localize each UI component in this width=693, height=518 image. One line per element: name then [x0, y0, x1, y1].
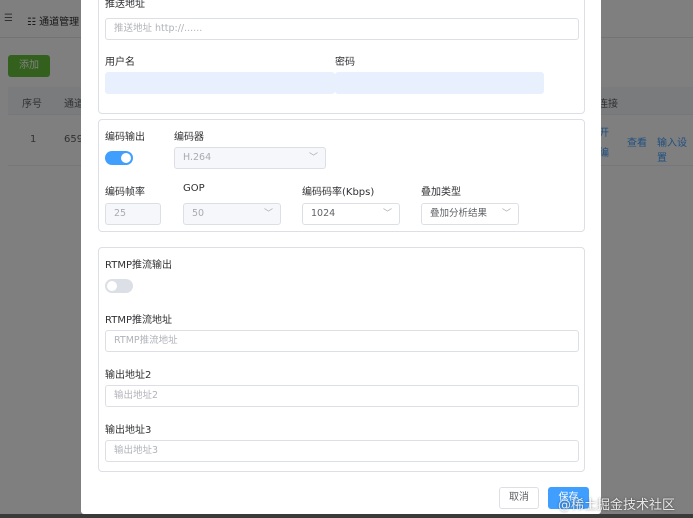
- framerate-input[interactable]: 25: [105, 203, 161, 225]
- cancel-button[interactable]: 取消: [499, 487, 539, 509]
- encoder-value: H.264: [183, 152, 212, 163]
- toggle-knob: [107, 281, 117, 291]
- rtmp-url-input[interactable]: RTMP推流地址: [105, 330, 579, 352]
- push-url-label: 推送地址: [105, 0, 145, 10]
- bitrate-label: 编码码率(Kbps): [302, 187, 375, 198]
- chevron-down-icon: ﹀: [263, 209, 273, 219]
- bottom-bar: [0, 514, 693, 518]
- encode-output-label: 编码输出: [105, 132, 145, 143]
- output-url-2-input[interactable]: 输出地址2: [105, 385, 579, 407]
- gop-value: 50: [192, 208, 205, 219]
- overlay-type-label: 叠加类型: [421, 187, 461, 198]
- channel-settings-dialog: 推送地址 推送地址 http://...... 用户名 密码 编码输出 编码器 …: [81, 0, 601, 514]
- encoder-select[interactable]: H.264 ﹀: [174, 147, 326, 169]
- framerate-label: 编码帧率: [105, 187, 145, 198]
- password-input[interactable]: [335, 72, 544, 94]
- rtmp-output-label: RTMP推流输出: [105, 260, 172, 271]
- watermark-text: @稀土掘金技术社区: [558, 498, 676, 513]
- chevron-down-icon: ﹀: [382, 209, 392, 219]
- push-url-input[interactable]: 推送地址 http://......: [105, 18, 579, 40]
- bitrate-value: 1024: [311, 208, 336, 219]
- gop-select[interactable]: 50 ﹀: [183, 203, 281, 225]
- chevron-down-icon: ﹀: [308, 153, 318, 163]
- output-url-2-label: 输出地址2: [105, 370, 152, 381]
- toggle-knob: [121, 153, 131, 163]
- encode-output-toggle[interactable]: [105, 151, 133, 165]
- password-label: 密码: [335, 57, 355, 68]
- overlay-type-value: 叠加分析结果: [430, 208, 488, 219]
- rtmp-output-toggle[interactable]: [105, 279, 133, 293]
- encoder-label: 编码器: [174, 132, 204, 143]
- gop-label: GOP: [183, 183, 205, 194]
- username-input[interactable]: [105, 72, 335, 94]
- username-label: 用户名: [105, 57, 135, 68]
- overlay-type-select[interactable]: 叠加分析结果 ﹀: [421, 203, 519, 225]
- chevron-down-icon: ﹀: [501, 209, 511, 219]
- output-url-3-label: 输出地址3: [105, 425, 152, 436]
- output-url-3-input[interactable]: 输出地址3: [105, 440, 579, 462]
- push-section: 推送地址 推送地址 http://...... 用户名 密码: [98, 0, 585, 114]
- rtmp-section: RTMP推流输出 RTMP推流地址 RTMP推流地址 输出地址2 输出地址2 输…: [98, 247, 585, 472]
- encode-section: 编码输出 编码器 H.264 ﹀ 编码帧率 25 GOP 50 ﹀ 编码码率(K…: [98, 119, 585, 232]
- rtmp-url-label: RTMP推流地址: [105, 315, 172, 326]
- bitrate-select[interactable]: 1024 ﹀: [302, 203, 400, 225]
